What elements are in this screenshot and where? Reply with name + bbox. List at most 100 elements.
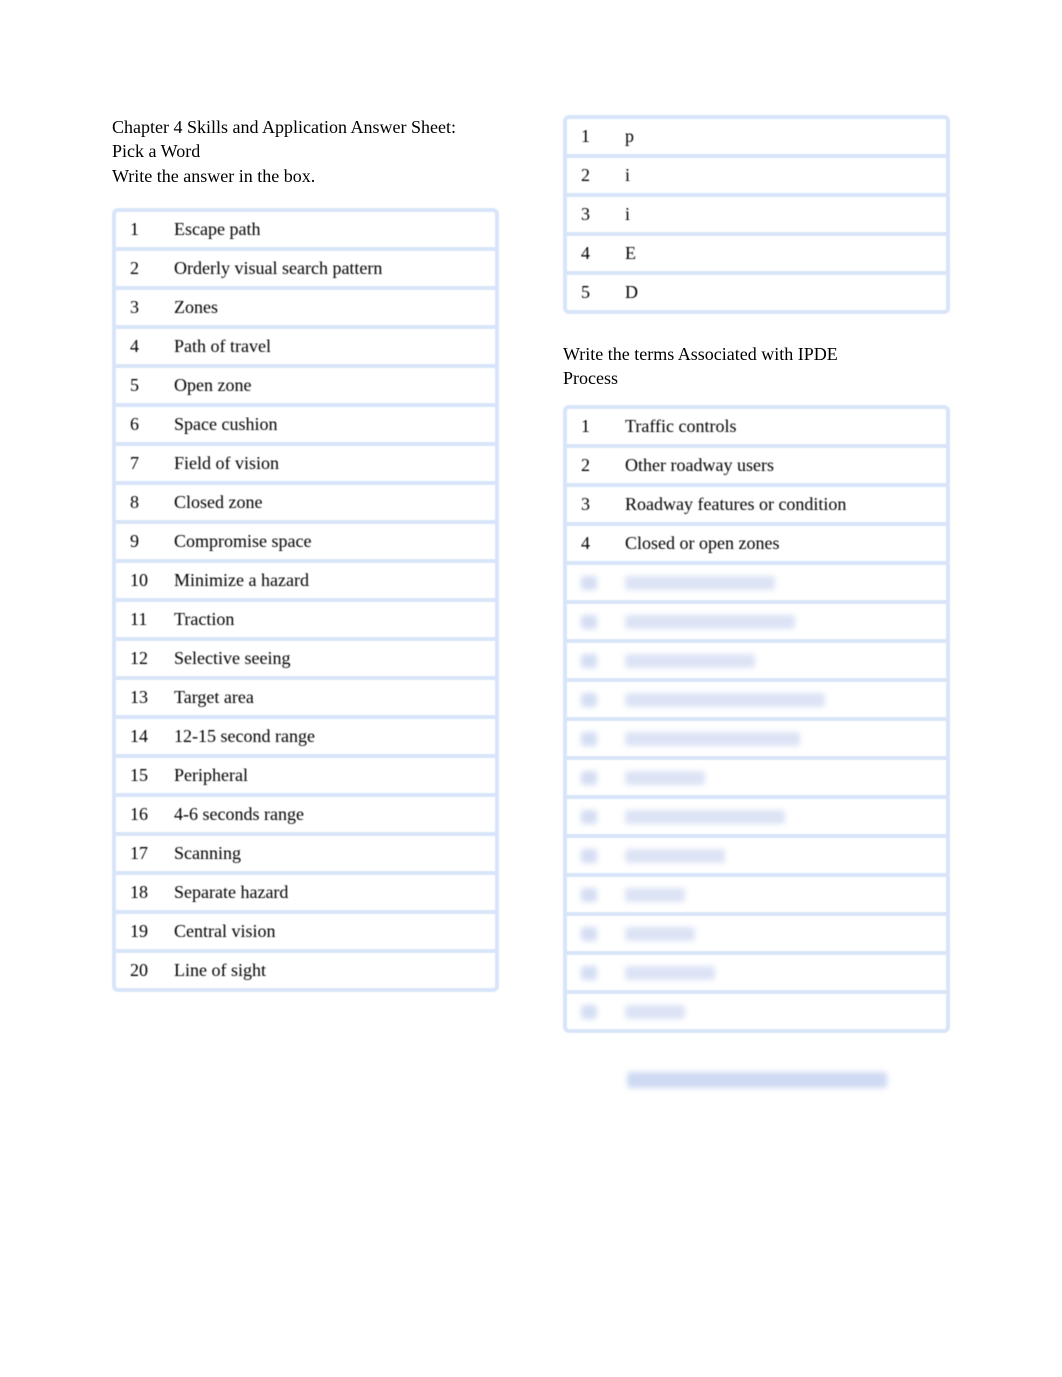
- row-answer-blurred: [611, 758, 946, 797]
- row-answer: Closed or open zones: [611, 524, 946, 563]
- row-answer: Open zone: [160, 366, 495, 405]
- row-answer: Target area: [160, 678, 495, 717]
- row-number: 2: [567, 156, 611, 195]
- table-row-blurred: [567, 602, 946, 641]
- row-answer: Closed zone: [160, 483, 495, 522]
- row-number: 18: [116, 873, 160, 912]
- row-number-blurred: [567, 641, 611, 680]
- row-number: 9: [116, 522, 160, 561]
- row-number-blurred: [567, 914, 611, 953]
- row-number: 3: [116, 288, 160, 327]
- table-row-blurred: [567, 680, 946, 719]
- table-row: 1Escape path: [116, 212, 495, 249]
- row-number-blurred: [567, 953, 611, 992]
- row-number: 4: [116, 327, 160, 366]
- row-answer: Minimize a hazard: [160, 561, 495, 600]
- table-row: 19Central vision: [116, 912, 495, 951]
- row-answer: Line of sight: [160, 951, 495, 988]
- table-row: 4Closed or open zones: [567, 524, 946, 563]
- table-row: 7Field of vision: [116, 444, 495, 483]
- row-answer: Separate hazard: [160, 873, 495, 912]
- table-row-blurred: [567, 758, 946, 797]
- table-row: 17Scanning: [116, 834, 495, 873]
- row-number: 6: [116, 405, 160, 444]
- row-number-blurred: [567, 875, 611, 914]
- row-number: 20: [116, 951, 160, 988]
- table-row: 15Peripheral: [116, 756, 495, 795]
- row-number: 19: [116, 912, 160, 951]
- row-number: 17: [116, 834, 160, 873]
- row-number: 3: [567, 485, 611, 524]
- row-number: 2: [567, 446, 611, 485]
- row-number: 2: [116, 249, 160, 288]
- ipde-heading-line-1: Write the terms Associated with IPDE: [563, 342, 950, 366]
- table-row: 164-6 seconds range: [116, 795, 495, 834]
- table-row-blurred: [567, 992, 946, 1029]
- row-number-blurred: [567, 602, 611, 641]
- left-answer-table: 1Escape path2Orderly visual search patte…: [112, 208, 499, 992]
- row-answer: 4-6 seconds range: [160, 795, 495, 834]
- header-line-3: Write the answer in the box.: [112, 164, 499, 188]
- right-answer-table-2: 1Traffic controls2Other roadway users3Ro…: [563, 405, 950, 1033]
- ipde-heading: Write the terms Associated with IPDE Pro…: [563, 342, 950, 391]
- row-answer: Scanning: [160, 834, 495, 873]
- row-number: 13: [116, 678, 160, 717]
- header-line-1: Chapter 4 Skills and Application Answer …: [112, 115, 499, 139]
- table-row: 9Compromise space: [116, 522, 495, 561]
- row-answer-blurred: [611, 914, 946, 953]
- row-number-blurred: [567, 563, 611, 602]
- row-answer-blurred: [611, 563, 946, 602]
- row-number: 8: [116, 483, 160, 522]
- row-number-blurred: [567, 719, 611, 758]
- row-answer: Escape path: [160, 212, 495, 249]
- table-row: 1Traffic controls: [567, 409, 946, 446]
- row-answer-blurred: [611, 719, 946, 758]
- table-row: 4Path of travel: [116, 327, 495, 366]
- row-answer-blurred: [611, 992, 946, 1029]
- table-row: 3Zones: [116, 288, 495, 327]
- row-answer: Other roadway users: [611, 446, 946, 485]
- table-row-blurred: [567, 641, 946, 680]
- row-number: 3: [567, 195, 611, 234]
- row-answer-blurred: [611, 953, 946, 992]
- row-number: 12: [116, 639, 160, 678]
- row-number: 16: [116, 795, 160, 834]
- table-row: 4E: [567, 234, 946, 273]
- row-answer: i: [611, 156, 946, 195]
- table-row-blurred: [567, 953, 946, 992]
- table-row-blurred: [567, 914, 946, 953]
- row-answer: E: [611, 234, 946, 273]
- table-row: 3Roadway features or condition: [567, 485, 946, 524]
- ipde-heading-line-2: Process: [563, 366, 950, 390]
- row-number: 5: [567, 273, 611, 310]
- row-number-blurred: [567, 836, 611, 875]
- row-answer: Traffic controls: [611, 409, 946, 446]
- table-row: 10Minimize a hazard: [116, 561, 495, 600]
- right-answer-table-1: 1p2i3i4E5D: [563, 115, 950, 314]
- row-answer: Zones: [160, 288, 495, 327]
- row-answer: Selective seeing: [160, 639, 495, 678]
- row-number-blurred: [567, 797, 611, 836]
- row-number: 1: [567, 119, 611, 156]
- table-row: 6Space cushion: [116, 405, 495, 444]
- row-number: 11: [116, 600, 160, 639]
- row-answer: D: [611, 273, 946, 310]
- row-number: 10: [116, 561, 160, 600]
- table-row: 2Other roadway users: [567, 446, 946, 485]
- row-number: 4: [567, 524, 611, 563]
- table-row-blurred: [567, 563, 946, 602]
- row-answer: Traction: [160, 600, 495, 639]
- row-answer: Field of vision: [160, 444, 495, 483]
- row-answer-blurred: [611, 836, 946, 875]
- row-number-blurred: [567, 992, 611, 1029]
- row-answer-blurred: [611, 680, 946, 719]
- table-row-blurred: [567, 719, 946, 758]
- table-row: 11Traction: [116, 600, 495, 639]
- table-row: 5Open zone: [116, 366, 495, 405]
- row-answer: Orderly visual search pattern: [160, 249, 495, 288]
- row-number: 4: [567, 234, 611, 273]
- row-answer: 12-15 second range: [160, 717, 495, 756]
- table-row: 13Target area: [116, 678, 495, 717]
- row-answer: Compromise space: [160, 522, 495, 561]
- row-answer: Path of travel: [160, 327, 495, 366]
